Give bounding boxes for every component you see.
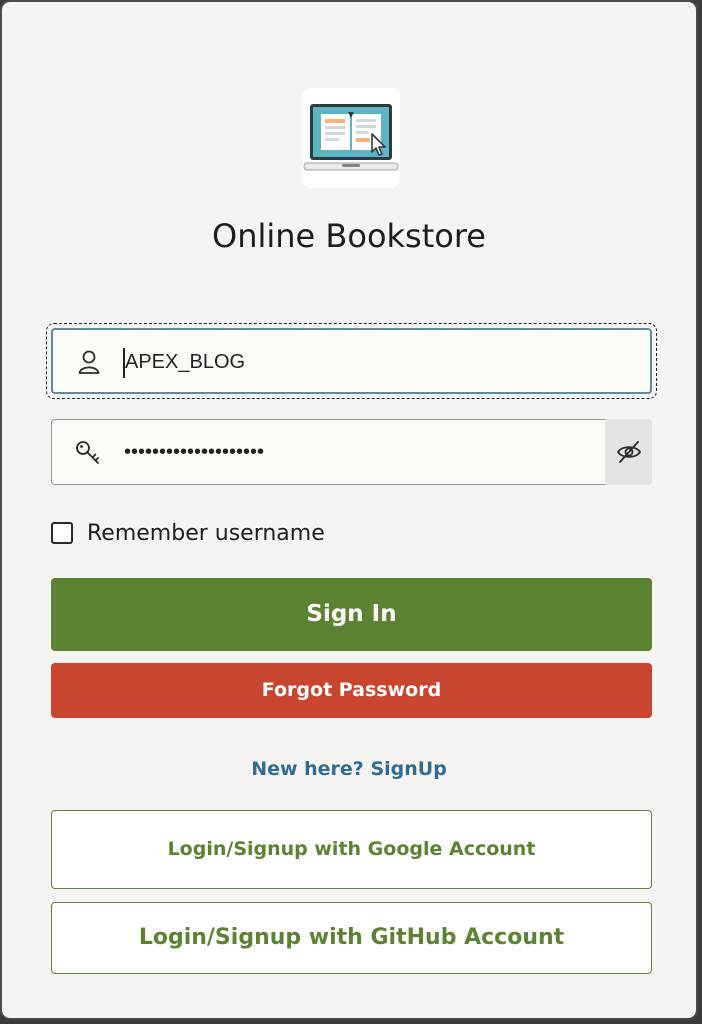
github-login-button[interactable]: Login/Signup with GitHub Account [51,902,652,974]
sign-in-button[interactable]: Sign In [51,578,652,651]
page-title: Online Bookstore [212,217,486,255]
remember-label: Remember username [87,520,325,546]
eye-slash-icon [616,441,642,463]
username-field[interactable] [51,328,652,394]
user-icon [75,348,103,376]
username-input[interactable] [125,344,585,380]
google-login-button[interactable]: Login/Signup with Google Account [51,810,652,889]
show-password-button[interactable] [605,419,652,485]
signup-link[interactable]: New here? SignUp [2,758,696,780]
login-card: Online Bookstore Remember [0,0,698,1020]
remember-checkbox[interactable] [51,522,73,544]
key-icon [74,438,102,466]
forgot-password-button[interactable]: Forgot Password [51,663,652,718]
password-input[interactable] [124,434,584,470]
text-caret [123,348,125,378]
password-field[interactable] [51,419,606,485]
remember-username[interactable]: Remember username [51,517,325,549]
bookstore-logo-icon [302,88,400,188]
